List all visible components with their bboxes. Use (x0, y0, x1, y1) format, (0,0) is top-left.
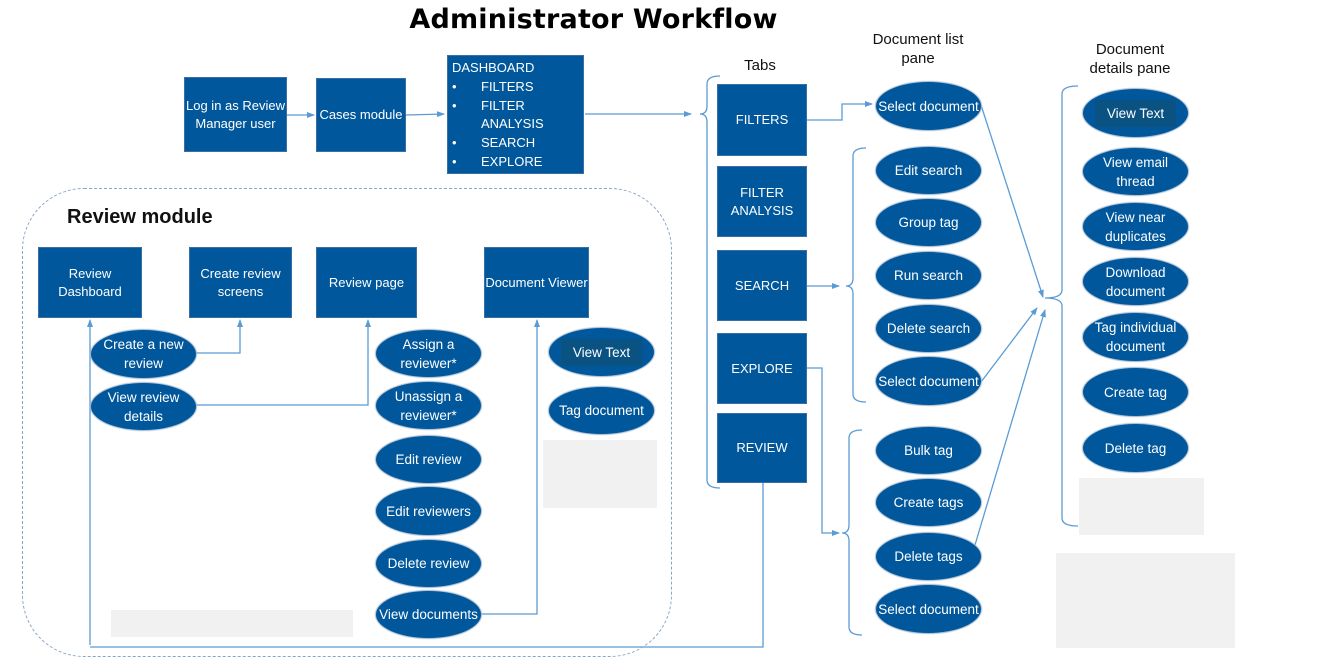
dashboard-label: DASHBOARD (452, 60, 535, 75)
viewer-action-tag-document[interactable]: Tag document (549, 387, 654, 434)
search-action-group-tag[interactable]: Group tag (876, 199, 981, 246)
search-action-run-search[interactable]: Run search (876, 252, 981, 299)
page-title: Administrator Workflow (409, 4, 778, 35)
dashboard-item: FILTERS (452, 78, 583, 97)
edit-review-action[interactable]: Edit review (376, 436, 481, 483)
unassign-reviewer-action[interactable]: Unassign a reviewer* (376, 382, 481, 429)
viewer-view-text-label: View Text (560, 338, 643, 366)
explore-action-delete-tags[interactable]: Delete tags (876, 533, 981, 580)
dashboard-item: EXPLORE (452, 153, 583, 172)
arrow-filters-to-select-document (807, 101, 873, 121)
create-review-screens-node[interactable]: Create review screens (189, 247, 292, 318)
details-placeholder (1079, 478, 1204, 535)
cases-module-node[interactable]: Cases module (316, 78, 406, 152)
tabs-heading: Tabs (744, 57, 776, 74)
assign-reviewer-action[interactable]: Assign a reviewer* (376, 330, 481, 377)
view-documents-action[interactable]: View documents (376, 591, 481, 638)
tab-review[interactable]: REVIEW (717, 413, 807, 483)
view-review-details-action[interactable]: View review details (91, 383, 196, 430)
create-new-review-action[interactable]: Create a new review (91, 330, 196, 378)
details-action-tag-individual-document[interactable]: Tag individual document (1083, 313, 1188, 361)
details-action-download-document[interactable]: Download document (1083, 258, 1188, 305)
explore-actions-bracket (841, 429, 863, 636)
explore-action-select-document[interactable]: Select document (876, 585, 981, 633)
dashboard-items: FILTERS FILTER ANALYSIS SEARCH EXPLORE R… (452, 78, 583, 191)
explore-action-bulk-tag[interactable]: Bulk tag (876, 427, 981, 474)
details-action-delete-tag[interactable]: Delete tag (1083, 424, 1188, 472)
bottom-right-placeholder (1056, 553, 1235, 648)
arrow-cases-to-dashboard (405, 111, 445, 118)
details-action-create-tag[interactable]: Create tag (1083, 368, 1188, 416)
arrow-explore-to-actions (807, 367, 840, 536)
filters-select-document[interactable]: Select document (876, 82, 981, 130)
search-action-delete-search[interactable]: Delete search (876, 305, 981, 352)
dashboard-item: FILTER ANALYSIS (452, 97, 583, 135)
arrow-select-document-to-details (980, 104, 1044, 298)
arrow-search-select-document-to-details (980, 307, 1038, 383)
document-list-pane-heading: Document list pane (872, 31, 964, 67)
login-node[interactable]: Log in as Review Manager user (184, 77, 287, 152)
review-page-node[interactable]: Review page (316, 247, 417, 318)
search-action-edit-search[interactable]: Edit search (876, 147, 981, 194)
delete-review-action[interactable]: Delete review (376, 540, 481, 587)
view-text-label: View Text (1094, 99, 1177, 127)
search-action-select-document[interactable]: Select document (876, 357, 981, 405)
edit-reviewers-action[interactable]: Edit reviewers (376, 487, 481, 535)
details-pane-bracket (1044, 85, 1079, 527)
tab-filter-analysis[interactable]: FILTER ANALYSIS (717, 166, 807, 237)
tab-filters[interactable]: FILTERS (717, 84, 807, 156)
document-viewer-node[interactable]: Document Viewer (484, 247, 589, 318)
tab-search[interactable]: SEARCH (717, 250, 807, 321)
tab-explore[interactable]: EXPLORE (717, 333, 807, 404)
details-action-view-email-thread[interactable]: View email thread (1083, 148, 1188, 195)
review-dashboard-node[interactable]: Review Dashboard (38, 247, 142, 318)
dashboard-node[interactable]: DASHBOARD FILTERS FILTER ANALYSIS SEARCH… (447, 55, 584, 190)
arrow-delete-tags-to-details (974, 309, 1046, 546)
explore-action-create-tags[interactable]: Create tags (876, 479, 981, 526)
review-module-title: Review module (67, 206, 213, 228)
details-action-view-near-duplicates[interactable]: View near duplicates (1083, 203, 1188, 250)
details-action-view-text[interactable]: View Text (1083, 89, 1188, 137)
dashboard-item: SEARCH (452, 134, 583, 153)
review-module-placeholder (111, 610, 353, 637)
search-actions-bracket (845, 147, 867, 403)
document-details-pane-heading: Document details pane (1089, 41, 1171, 77)
viewer-placeholder (543, 440, 657, 508)
viewer-action-view-text[interactable]: View Text (549, 328, 654, 376)
